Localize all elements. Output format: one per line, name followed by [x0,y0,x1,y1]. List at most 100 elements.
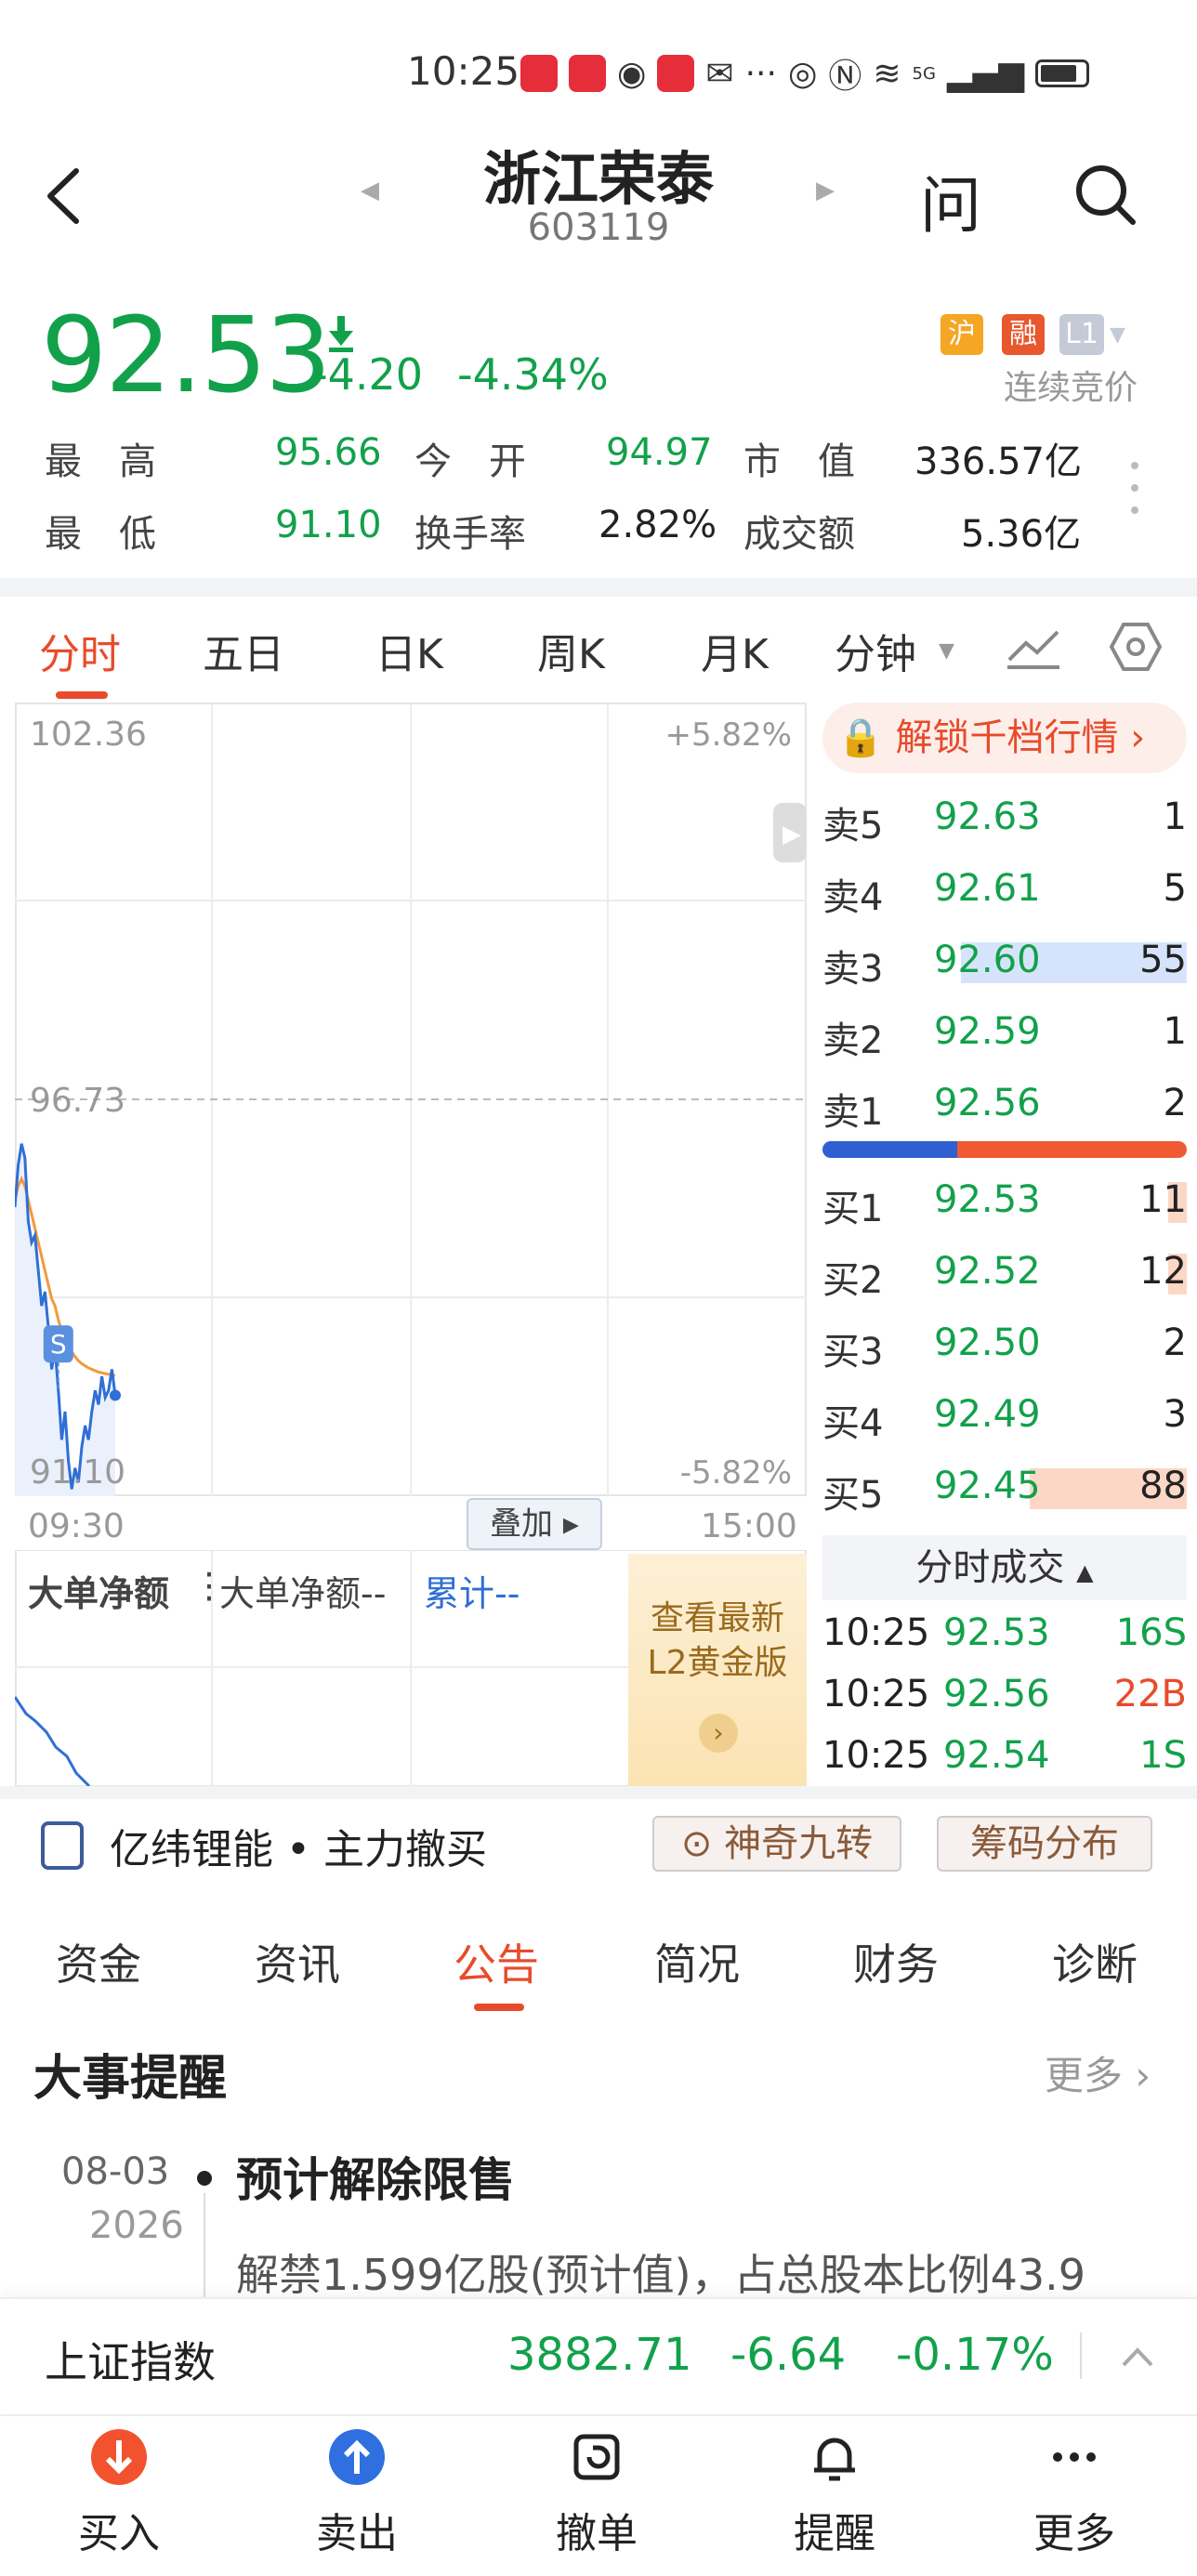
level-price: 92.60 [934,939,1041,981]
promo-line1: 查看最新 [650,1599,784,1637]
tab-financials[interactable]: 财务 [853,1931,939,1992]
tab-daily-k[interactable]: 日K [375,621,443,680]
buy-label: 买入 [78,2510,160,2557]
expand-arrow-icon[interactable]: ▶ [783,821,801,848]
bell-icon [814,2438,855,2481]
stock-code: 603119 [527,206,670,249]
trade-volume: 1S [1139,1734,1187,1777]
concept-row[interactable]: 亿纬锂能 • 主力撤买 [110,1816,487,1875]
chevron-up-icon[interactable] [1121,2346,1154,2368]
unlock-label: 解锁千档行情 [895,716,1119,759]
event-title[interactable]: 预计解除限售 [236,2143,515,2210]
tab-announcements[interactable]: 公告 [454,1931,539,1992]
time-sales-header[interactable]: 分时成交 ▲ [822,1535,1187,1600]
bid-level-row[interactable]: 买5 92.45 88 [822,1455,1187,1520]
signal-label: S [50,1329,67,1360]
y-axis-mid: 96.73 [30,1082,125,1120]
settings-hexagon-icon[interactable] [1110,621,1162,673]
bid-level-row[interactable]: 买3 92.50 2 [822,1312,1187,1377]
magic-nine-button[interactable]: ⊙ 神奇九转 [652,1816,901,1872]
alert-label: 提醒 [794,2510,875,2557]
tab-weekly-k[interactable]: 周K [537,621,605,680]
next-stock-icon[interactable]: ▶ [816,177,835,204]
trade-price: 92.56 [943,1673,1050,1715]
index-name: 上证指数 [45,2337,216,2387]
search-icon[interactable] [1073,163,1138,228]
alert-button[interactable]: 提醒 [751,2427,918,2559]
tab-minute[interactable]: 分钟 [835,621,916,680]
minute-dropdown-icon[interactable]: ▼ [939,639,954,663]
ask-button[interactable]: 问 [920,156,981,245]
more-dots-icon [1053,2452,1096,2462]
stat-label-mktcap: 市 值 [743,440,855,483]
promo-arrow-icon[interactable]: › [699,1714,738,1753]
margin-badge: 融 [1002,314,1045,355]
qq-icon: ◉ [617,54,647,93]
index-change: -6.64 [730,2329,847,2381]
wechat-icon: ✉ [705,54,734,93]
pct-axis-bottom: -5.82% [680,1454,792,1492]
tab-news[interactable]: 资讯 [255,1931,340,1992]
chip-distribution-button[interactable]: 筹码分布 [937,1816,1152,1872]
stat-value-open: 94.97 [606,431,713,474]
bid-level-row[interactable]: 买1 92.53 11 [822,1169,1187,1234]
status-bar: 10:25 ◉ ✉ ··· ◎ Ⓝ ≋ 5G ▂▄▆ [0,0,1197,139]
eye-icon: ◎ [787,54,818,93]
buy-button[interactable]: 买入 [35,2427,203,2559]
level-label: 卖3 [822,948,884,991]
level-label: 买4 [822,1402,884,1445]
events-more-link[interactable]: 更多 › [1045,2044,1151,2101]
cancel-order-label: 撤单 [556,2510,638,2557]
level-dropdown-icon[interactable]: ▼ [1110,323,1125,347]
ask-level-row[interactable]: 卖5 92.63 1 [822,786,1187,851]
ask-level-row[interactable]: 卖2 92.59 1 [822,1001,1187,1066]
tab-funds[interactable]: 资金 [56,1931,141,1992]
bid-level-row[interactable]: 买2 92.52 12 [822,1241,1187,1306]
event-description: 解禁1.599亿股(预计值)，占总股本比例43.9 [236,2250,1086,2300]
buy-arrow-icon [91,2429,147,2485]
promo-line2: L2黄金版 [647,1644,788,1682]
stat-value-amount: 5.36亿 [961,513,1082,556]
cancel-order-button[interactable]: 撤单 [513,2427,680,2559]
ask-level-row[interactable]: 卖1 92.56 2 [822,1072,1187,1137]
intraday-chart[interactable]: S 102.36 96.73 91.10 +5.82% -5.82% ▶ [15,703,807,1496]
more-button[interactable]: 更多 [991,2427,1158,2559]
ask-level-row[interactable]: 卖3 92.60 55 [822,929,1187,994]
trade-time: 10:25 [822,1734,930,1777]
more-label: 更多 [1045,2053,1124,2098]
current-price: 92.53 [41,296,332,416]
status-time: 10:25 [407,48,520,94]
tab-intraday[interactable]: 分时 [39,621,121,680]
x-axis-start: 09:30 [28,1507,125,1545]
signal-icon: ▂▄▆ [946,54,1025,93]
l2-promo-card[interactable]: 查看最新 L2黄金版 › [628,1554,807,1786]
price-area [15,1143,115,1496]
stat-value-low: 91.10 [275,504,382,546]
trade-price: 92.53 [943,1611,1050,1654]
tab-diagnosis[interactable]: 诊断 [1052,1931,1138,1992]
concept-name: 亿纬锂能 [110,1826,273,1873]
overlay-label: 叠加 [490,1505,554,1543]
unlock-depth-button[interactable]: 🔒 解锁千档行情 › [822,703,1187,773]
y-axis-top: 102.36 [30,716,147,754]
tab-five-day[interactable]: 五日 [203,621,284,680]
level-quantity: 2 [1163,1321,1187,1364]
more-vertical-icon[interactable] [1129,460,1140,516]
bid-level-row[interactable]: 买4 92.49 3 [822,1384,1187,1449]
tab-monthly-k[interactable]: 月K [701,621,769,680]
level-price: 92.45 [934,1465,1041,1507]
draw-line-icon[interactable] [1006,624,1061,671]
sell-button[interactable]: 卖出 [273,2427,441,2559]
overlay-button[interactable]: 叠加 ▸ [467,1498,602,1550]
events-title: 大事提醒 [33,2051,228,2107]
trade-time: 10:25 [822,1673,930,1715]
level1-badge[interactable]: L1 [1059,314,1104,355]
trade-row: 10:25 92.54 1S [822,1734,1187,1781]
chart-series: S [15,1143,121,1496]
level-price: 92.53 [934,1178,1041,1221]
ask-level-row[interactable]: 卖4 92.61 5 [822,858,1187,923]
trade-row: 10:25 92.53 16S [822,1611,1187,1658]
stat-label-open: 今 开 [414,440,526,483]
tab-profile[interactable]: 简况 [654,1931,740,1992]
buy-sell-ratio-bar [822,1141,1187,1158]
